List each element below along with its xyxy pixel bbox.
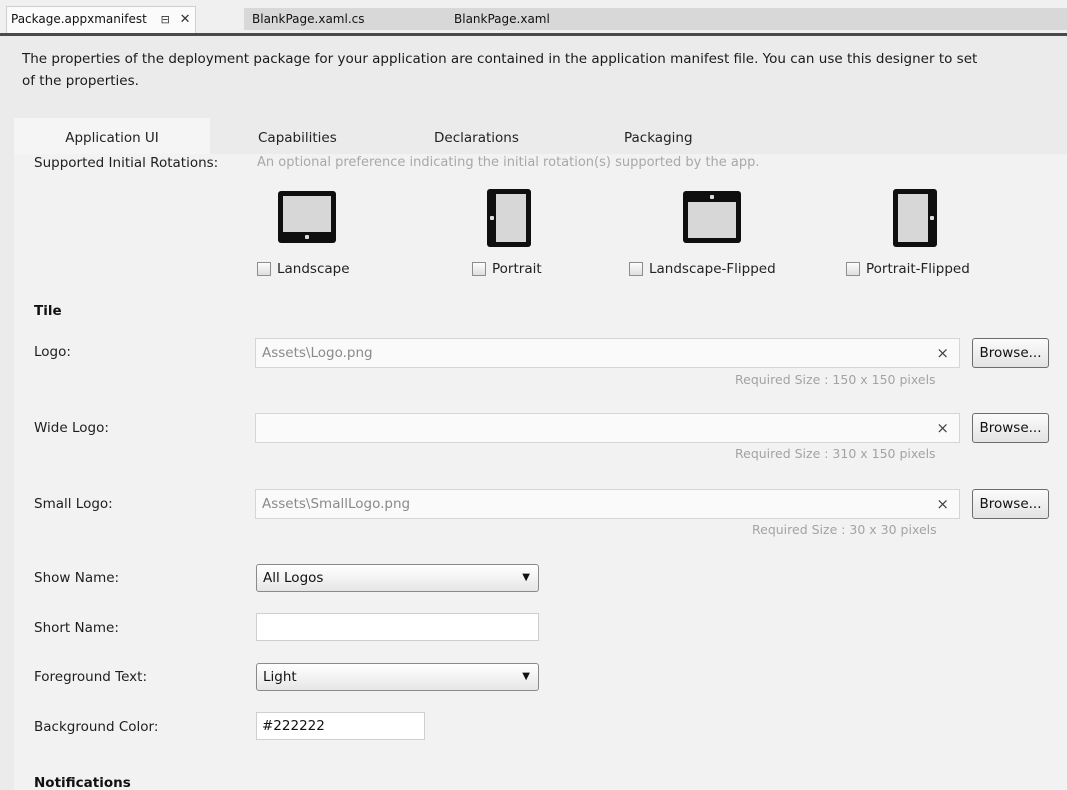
checkbox-label: Landscape: [277, 261, 350, 277]
tile-heading: Tile: [34, 303, 62, 319]
tab-blankpage-xaml[interactable]: BlankPage.xaml: [444, 8, 1067, 30]
wide-logo-label: Wide Logo:: [34, 420, 109, 436]
chevron-down-icon: ▼: [522, 572, 530, 583]
clear-icon[interactable]: ×: [936, 339, 949, 367]
logo-path-field[interactable]: Assets\Logo.png ×: [255, 338, 960, 368]
clear-icon[interactable]: ×: [936, 490, 949, 518]
show-name-label: Show Name:: [34, 570, 120, 586]
chevron-down-icon: ▼: [522, 671, 530, 682]
tab-label: BlankPage.xaml.cs: [252, 12, 365, 26]
tab-packaging[interactable]: Packaging: [624, 118, 693, 154]
property-tabs: Application UI Capabilities Declarations…: [14, 118, 1067, 154]
short-name-input[interactable]: [256, 613, 539, 641]
foreground-text-dropdown[interactable]: Light ▼: [256, 663, 539, 691]
intro-description: The properties of the deployment package…: [22, 48, 1062, 92]
tab-label: Package.appxmanifest: [11, 12, 147, 26]
logo-label: Logo:: [34, 344, 71, 360]
rotations-hint: An optional preference indicating the in…: [257, 155, 760, 170]
pin-icon[interactable]: ⊟: [161, 13, 170, 26]
small-logo-label: Small Logo:: [34, 496, 113, 512]
tab-capabilities[interactable]: Capabilities: [258, 118, 337, 154]
checkbox-label: Portrait: [492, 261, 542, 277]
tab-blankpage-xaml-cs[interactable]: BlankPage.xaml.cs: [244, 8, 444, 30]
logo-browse-button[interactable]: Browse...: [972, 338, 1049, 368]
small-logo-path-field[interactable]: Assets\SmallLogo.png ×: [255, 489, 960, 519]
wide-logo-path-field[interactable]: ×: [255, 413, 960, 443]
show-name-dropdown[interactable]: All Logos ▼: [256, 564, 539, 592]
portrait-flipped-device-icon: [893, 189, 937, 247]
wide-logo-required-size: Required Size : 310 x 150 pixels: [735, 446, 936, 461]
document-tab-strip: Package.appxmanifest ⊟ ✕ BlankPage.xaml.…: [0, 0, 1067, 36]
tab-package-appxmanifest[interactable]: Package.appxmanifest ⊟ ✕: [6, 6, 196, 33]
portrait-device-icon: [487, 189, 531, 247]
checkbox-label: Landscape-Flipped: [649, 261, 776, 277]
landscape-flipped-checkbox[interactable]: Landscape-Flipped: [629, 261, 776, 277]
portrait-checkbox[interactable]: Portrait: [472, 261, 542, 277]
background-color-input[interactable]: #222222: [256, 712, 425, 740]
logo-required-size: Required Size : 150 x 150 pixels: [735, 372, 936, 387]
small-logo-browse-button[interactable]: Browse...: [972, 489, 1049, 519]
landscape-checkbox[interactable]: Landscape: [257, 261, 350, 277]
short-name-label: Short Name:: [34, 620, 119, 636]
clear-icon[interactable]: ×: [936, 414, 949, 442]
foreground-text-value: Light: [263, 669, 297, 685]
checkbox-box[interactable]: [629, 262, 643, 276]
intro-line-2: of the properties.: [22, 73, 139, 89]
close-icon[interactable]: ✕: [180, 12, 191, 27]
show-name-value: All Logos: [263, 570, 324, 586]
tab-label: BlankPage.xaml: [454, 12, 550, 26]
application-ui-panel: [14, 154, 1067, 790]
small-logo-required-size: Required Size : 30 x 30 pixels: [752, 522, 937, 537]
tab-application-ui[interactable]: Application UI: [14, 118, 210, 154]
wide-logo-browse-button[interactable]: Browse...: [972, 413, 1049, 443]
checkbox-box[interactable]: [257, 262, 271, 276]
background-color-label: Background Color:: [34, 719, 159, 735]
landscape-flipped-device-icon: [683, 191, 741, 243]
checkbox-box[interactable]: [846, 262, 860, 276]
tab-declarations[interactable]: Declarations: [434, 118, 519, 154]
rotations-label: Supported Initial Rotations:: [34, 155, 219, 171]
foreground-text-label: Foreground Text:: [34, 669, 148, 685]
intro-line-1: The properties of the deployment package…: [22, 51, 978, 67]
landscape-device-icon: [278, 191, 336, 243]
portrait-flipped-checkbox[interactable]: Portrait-Flipped: [846, 261, 970, 277]
checkbox-box[interactable]: [472, 262, 486, 276]
checkbox-label: Portrait-Flipped: [866, 261, 970, 277]
notifications-heading: Notifications: [34, 775, 131, 790]
small-logo-path-value: Assets\SmallLogo.png: [262, 496, 411, 512]
logo-path-value: Assets\Logo.png: [262, 345, 373, 361]
